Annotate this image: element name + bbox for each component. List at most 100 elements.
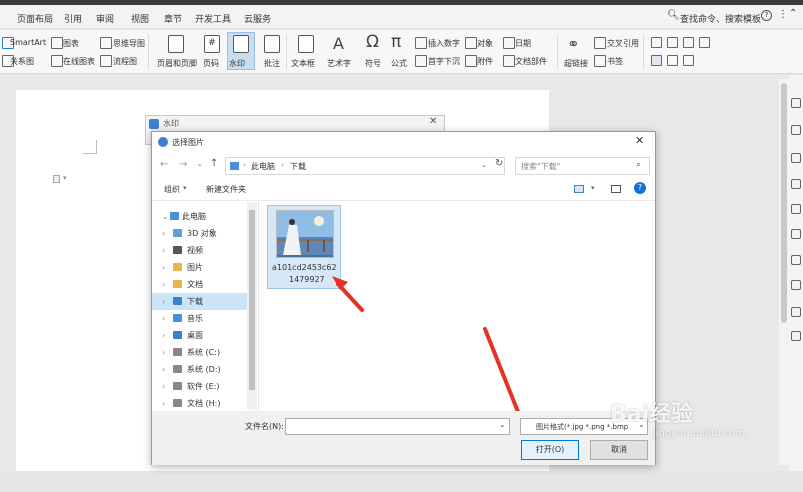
symbol-button[interactable]: 符号 <box>365 58 381 69</box>
menu-cloud[interactable]: 云服务 <box>244 12 271 25</box>
address-bar[interactable]: › 此电脑 › 下载 ⌄ <box>225 157 505 175</box>
menu-view[interactable]: 视图 <box>131 12 149 25</box>
tree-item-drive-c[interactable]: › 系统 (C:) <box>152 344 247 361</box>
expand-chevron-icon[interactable]: ⌄ <box>162 212 169 221</box>
bookmark-button[interactable]: 书签 <box>607 56 623 67</box>
tree-item-pictures[interactable]: › 图片 <box>152 259 247 276</box>
online-chart-button[interactable]: 在线图表 <box>63 56 95 67</box>
doc-parts-button[interactable]: 文档部件 <box>515 56 547 67</box>
address-dropdown-icon[interactable]: ⌄ <box>481 161 487 169</box>
tree-item-this-pc[interactable]: ⌄ 此电脑 <box>152 208 247 225</box>
menu-page-layout[interactable]: 页面布局 <box>17 12 53 25</box>
filename-input[interactable]: ⌄ <box>285 418 510 435</box>
layout-icon-2[interactable] <box>667 55 678 66</box>
command-search[interactable]: 查找命令、搜索模板 <box>680 12 761 25</box>
search-input[interactable]: 搜索"下载" ⌕ <box>515 157 650 175</box>
close-icon[interactable]: ✕ <box>429 116 437 127</box>
document-icon[interactable] <box>791 204 801 214</box>
tree-item-documents[interactable]: › 文档 <box>152 276 247 293</box>
breadcrumb-this-pc[interactable]: 此电脑 <box>251 161 275 172</box>
menu-section[interactable]: 章节 <box>164 12 182 25</box>
more-icon[interactable]: ⋮ <box>778 9 788 20</box>
art-text-button[interactable]: 艺术字 <box>327 58 351 69</box>
smartart-button[interactable]: SmartArt <box>10 38 46 47</box>
style-icon[interactable] <box>791 153 801 163</box>
hyperlink-button[interactable]: 超链接 <box>564 58 588 69</box>
expand-chevron-icon[interactable]: › <box>162 229 165 238</box>
expand-chevron-icon[interactable]: › <box>162 348 165 357</box>
search-icon[interactable]: 🔍︎ <box>667 10 680 21</box>
expand-chevron-icon[interactable]: › <box>162 314 165 323</box>
refresh-icon[interactable]: ↻ <box>495 158 503 169</box>
new-folder-button[interactable]: 新建文件夹 <box>206 184 246 195</box>
shape-icon-1[interactable] <box>651 37 662 48</box>
table-icon[interactable] <box>791 280 801 290</box>
filename-dropdown-icon[interactable]: ⌄ <box>499 420 506 429</box>
expand-chevron-icon[interactable]: › <box>162 365 165 374</box>
expand-chevron-icon[interactable]: › <box>162 263 165 272</box>
textbox-button[interactable]: 文本框 <box>291 58 315 69</box>
insert-number-button[interactable]: 插入数字 <box>428 38 460 49</box>
nav-scrollbar-thumb[interactable] <box>249 210 255 390</box>
collapse-icon[interactable]: ⌃ <box>789 8 797 19</box>
layout-icon-1[interactable] <box>651 55 662 66</box>
settings-icon[interactable] <box>791 179 801 189</box>
view-mode-icon[interactable] <box>574 185 584 193</box>
menu-references[interactable]: 引用 <box>64 12 82 25</box>
comment-button[interactable]: 批注 <box>264 58 280 69</box>
share-icon[interactable] <box>791 255 801 265</box>
header-footer-button[interactable]: 页眉和页脚 <box>157 58 197 69</box>
object-button[interactable]: 对象 <box>477 38 493 49</box>
tree-item-videos[interactable]: › 视频 <box>152 242 247 259</box>
star-icon[interactable] <box>791 229 801 239</box>
tree-item-drive-h[interactable]: › 文档 (H:) <box>152 395 247 410</box>
tree-item-desktop[interactable]: › 桌面 <box>152 327 247 344</box>
view-dropdown-icon[interactable]: ▾ <box>591 184 595 192</box>
up-icon[interactable]: ↑ <box>210 158 218 169</box>
expand-chevron-icon[interactable]: › <box>162 246 165 255</box>
formula-button[interactable]: 公式 <box>391 58 407 69</box>
history-icon[interactable] <box>791 307 801 317</box>
expand-chevron-icon[interactable]: › <box>162 382 165 391</box>
drop-cap-button[interactable]: 首字下沉 <box>428 56 460 67</box>
tree-item-downloads[interactable]: › 下载 <box>152 293 247 310</box>
menu-review[interactable]: 审阅 <box>96 12 114 25</box>
help-icon[interactable]: ? <box>761 10 772 21</box>
breadcrumb-downloads[interactable]: 下载 <box>290 161 306 172</box>
expand-chevron-icon[interactable]: › <box>162 331 165 340</box>
dialog-close-icon[interactable]: ✕ <box>635 134 644 147</box>
forward-icon[interactable]: → <box>179 159 187 170</box>
preview-pane-icon[interactable] <box>611 185 621 193</box>
watermark-button[interactable]: 水印 <box>229 58 245 69</box>
tree-item-drive-e[interactable]: › 软件 (E:) <box>152 378 247 395</box>
flowchart-button[interactable]: 流程图 <box>113 56 137 67</box>
help-sidebar-icon[interactable] <box>791 331 801 341</box>
cancel-button[interactable]: 取消 <box>590 440 648 460</box>
expand-chevron-icon[interactable]: › <box>162 399 165 408</box>
shape-icon-2[interactable] <box>667 37 678 48</box>
back-icon[interactable]: ← <box>160 159 168 170</box>
date-button[interactable]: 日期 <box>515 38 531 49</box>
cross-ref-button[interactable]: 交叉引用 <box>607 38 639 49</box>
expand-chevron-icon[interactable]: › <box>162 280 165 289</box>
open-button[interactable]: 打开(O) <box>521 440 579 460</box>
expand-chevron-icon[interactable]: › <box>162 297 165 306</box>
mindmap-button[interactable]: 思维导图 <box>113 38 145 49</box>
layout-icon-3[interactable] <box>683 55 694 66</box>
tree-item-music[interactable]: › 音乐 <box>152 310 247 327</box>
vertical-scrollbar[interactable] <box>781 83 787 323</box>
menu-dev-tools[interactable]: 开发工具 <box>195 12 231 25</box>
recent-dropdown-icon[interactable]: ⌄ <box>197 160 203 168</box>
tree-item-drive-d[interactable]: › 系统 (D:) <box>152 361 247 378</box>
attachment-button[interactable]: 附件 <box>477 56 493 67</box>
page-number-button[interactable]: 页码 <box>203 58 219 69</box>
shape-icon-3[interactable] <box>683 37 694 48</box>
select-icon[interactable] <box>791 125 801 135</box>
chart-button[interactable]: 图表 <box>63 38 79 49</box>
help-icon[interactable]: ? <box>634 182 646 194</box>
sidebar-tool-icon[interactable] <box>791 98 801 108</box>
shape-icon-4[interactable] <box>699 37 710 48</box>
organize-dropdown-icon[interactable]: ▾ <box>183 184 187 192</box>
relation-button[interactable]: 关系图 <box>10 56 34 67</box>
organize-button[interactable]: 组织 <box>164 184 180 195</box>
